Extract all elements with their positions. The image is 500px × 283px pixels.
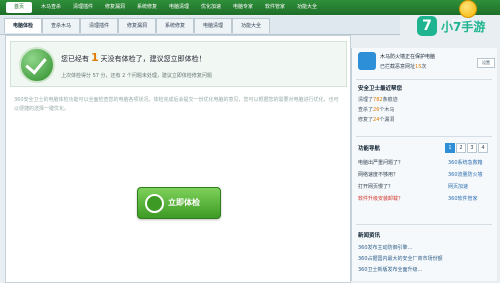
- start-checkup-button[interactable]: 立即体检: [137, 187, 221, 219]
- firewall-sub-suffix: 次: [421, 64, 427, 70]
- stat-value: 782: [373, 97, 383, 103]
- top-nav: 首页 木马查杀 清理插件 修复漏洞 系统修复 电脑清理 优化加速 电脑专家 软件…: [6, 2, 326, 13]
- top-nav-item-home[interactable]: 首页: [6, 2, 32, 13]
- faq-answer-link[interactable]: 网页加速: [448, 183, 468, 190]
- faq-answer-link[interactable]: 360流量防火墙: [448, 171, 483, 178]
- stat-label: 查杀了: [358, 107, 374, 113]
- faq-question[interactable]: 电脑出严重问题了？: [358, 159, 403, 166]
- firewall-status-title: 木马防火墙正在保护电脑: [380, 54, 436, 60]
- tab-trojan-scan[interactable]: 查杀木马: [42, 18, 80, 33]
- faq-page-4[interactable]: 4: [478, 143, 488, 153]
- stat-unit: 个漏洞: [379, 117, 395, 123]
- tab-clean-plugins[interactable]: 清理插件: [80, 18, 118, 33]
- stat-unit: 条痕迹: [382, 97, 398, 103]
- top-nav-item-more[interactable]: 功能大全: [294, 2, 320, 13]
- news-title: 新闻资讯: [358, 233, 381, 239]
- days-since-checkup: 1: [91, 51, 99, 64]
- checkup-status-box: 您已经有 1 天没有体检了，建议您立即体检！ 上次体检得分 57 分，还有 2 个问…: [10, 41, 347, 87]
- divider: [356, 224, 492, 225]
- checkup-status-headline: 您已经有 1 天没有体检了，建议您立即体检！: [61, 51, 206, 64]
- stat-line-cleaned: 清理了782条痕迹: [358, 96, 398, 103]
- faq-question[interactable]: 网络速度不够用？: [358, 171, 398, 178]
- brand-area: 安全卫士 7 小7手游: [415, 0, 500, 48]
- tab-computer-clean[interactable]: 电脑清理: [194, 18, 232, 33]
- checkup-description: 360安全卫士的电脑体检功能可以全面检查您的电脑各项状况，体检完成后会提交一份优…: [14, 97, 339, 112]
- faq-answer-link[interactable]: 360系统急救箱: [448, 159, 483, 166]
- firewall-status-sub: 已拦截恶意网址15次: [380, 63, 426, 70]
- tab-checkup[interactable]: 电脑体检: [4, 18, 42, 33]
- firewall-status-card[interactable]: 木马防火墙正在保护电脑 已拦截恶意网址15次: [358, 50, 458, 76]
- watermark-text: 小7手游: [441, 20, 486, 34]
- checkup-status-icon: [19, 47, 55, 83]
- status-suffix: 天没有体检了，建议您立即体检！: [100, 55, 206, 63]
- tab-all-features[interactable]: 功能大全: [232, 18, 270, 33]
- stat-label: 修复了: [358, 117, 374, 123]
- top-nav-item-speedup[interactable]: 优化加速: [198, 2, 224, 13]
- start-checkup-label: 立即体检: [168, 198, 200, 207]
- stat-unit: 个木马: [379, 107, 395, 113]
- checkup-status-subline: 上次体检得分 57 分，还有 2 个问题未处理，建议立即体检修复问题: [61, 73, 212, 79]
- sidebar: 木马防火墙正在保护电脑 已拦截恶意网址15次 设置 安全卫士最近帮您 清理了78…: [351, 48, 497, 281]
- magnifier-icon: [145, 194, 164, 213]
- divider: [356, 79, 492, 80]
- faq-answer-link[interactable]: 360软件管家: [448, 195, 478, 202]
- stats-title: 安全卫士最近帮您: [358, 86, 403, 92]
- main-panel: 您已经有 1 天没有体检了，建议您立即体检！ 上次体检得分 57 分，还有 2 个问…: [5, 35, 351, 283]
- check-mark-icon: [25, 52, 47, 75]
- stat-label: 清理了: [358, 97, 374, 103]
- firewall-icon: [358, 52, 376, 70]
- watermark-logo-icon: 7: [417, 16, 437, 36]
- stat-line-vulns: 修复了24个漏洞: [358, 116, 394, 123]
- faq-page-3[interactable]: 3: [467, 143, 477, 153]
- stat-line-trojans: 查杀了26个木马: [358, 106, 394, 113]
- tab-system-repair[interactable]: 系统修复: [156, 18, 194, 33]
- news-link[interactable]: 360发布主动防御引擎…: [358, 244, 413, 251]
- top-nav-item-patch[interactable]: 修复漏洞: [102, 2, 128, 13]
- faq-page-2[interactable]: 2: [456, 143, 466, 153]
- firewall-sub-prefix: 已拦截恶意网址: [380, 64, 416, 70]
- status-prefix: 您已经有: [61, 55, 89, 63]
- firewall-settings-button[interactable]: 设置: [477, 58, 495, 68]
- tab-fix-vulns[interactable]: 修复漏洞: [118, 18, 156, 33]
- top-nav-item-clean[interactable]: 电脑清理: [166, 2, 192, 13]
- top-nav-item-software[interactable]: 软件管家: [262, 2, 288, 13]
- faq-page-1[interactable]: 1: [445, 143, 455, 153]
- top-nav-item-repair[interactable]: 系统修复: [134, 2, 160, 13]
- top-nav-item-plugins[interactable]: 清理插件: [70, 2, 96, 13]
- faq-pager: 1 2 3 4: [445, 143, 489, 153]
- top-nav-item-expert[interactable]: 电脑专家: [230, 2, 256, 13]
- faq-question[interactable]: 软件升级安装卸载？: [358, 195, 403, 202]
- news-link[interactable]: 360卫士新版发布全面升级…: [358, 266, 423, 273]
- news-link[interactable]: 360占据国内最大的安全厂商市场份额: [358, 255, 443, 262]
- faq-title: 功能导航: [358, 146, 381, 152]
- faq-question[interactable]: 打开网页慢了？: [358, 183, 393, 190]
- divider: [356, 136, 492, 137]
- function-tab-bar: 电脑体检 查杀木马 清理插件 修复漏洞 系统修复 电脑清理 功能大全: [0, 16, 400, 35]
- top-nav-item-trojan[interactable]: 木马查杀: [38, 2, 64, 13]
- watermark: 7 小7手游: [415, 12, 500, 42]
